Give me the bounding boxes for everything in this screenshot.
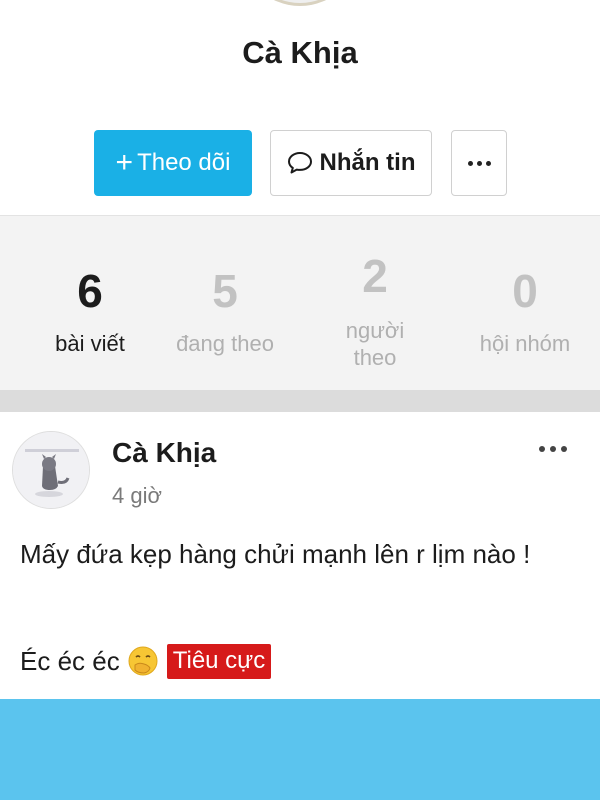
stat-following-label: đang theo bbox=[176, 331, 274, 356]
stat-posts[interactable]: 6 bài viết bbox=[15, 216, 165, 391]
post-more-icon[interactable] bbox=[539, 446, 567, 452]
follow-button[interactable]: + Theo dõi bbox=[94, 130, 252, 196]
post-author-name[interactable]: Cà Khịa bbox=[112, 437, 216, 469]
post-text: Mấy đứa kẹp hàng chửi mạnh lên r lịm nào… bbox=[20, 539, 531, 569]
stat-groups-label: hội nhóm bbox=[479, 331, 571, 356]
stat-followers-value: 2 bbox=[362, 250, 388, 302]
plus-icon: + bbox=[115, 146, 134, 179]
section-divider bbox=[0, 390, 600, 412]
post-reaction-line: Éc éc éc Tiêu cực bbox=[20, 642, 272, 680]
stat-posts-value: 6 bbox=[77, 265, 103, 317]
stat-posts-label: bài viết bbox=[55, 331, 125, 356]
more-dots-icon bbox=[467, 160, 491, 166]
post-timestamp: 4 giờ bbox=[112, 483, 162, 508]
more-options-button[interactable] bbox=[451, 130, 507, 196]
message-button[interactable]: Nhắn tin bbox=[270, 130, 432, 196]
stat-groups-value: 0 bbox=[512, 265, 538, 317]
follow-label: Theo dõi bbox=[137, 149, 231, 176]
stats-section: 6 bài viết 5 đang theo 2 người theo 0 hộ… bbox=[0, 215, 600, 390]
hand-over-mouth-emoji-icon bbox=[128, 646, 158, 676]
message-label: Nhắn tin bbox=[319, 149, 416, 176]
stat-followers-label-line2: theo bbox=[353, 345, 397, 370]
sentiment-tag-badge: Tiêu cực bbox=[166, 643, 272, 679]
stat-following-value: 5 bbox=[212, 265, 238, 317]
profile-name: Cà Khịa bbox=[242, 35, 358, 70]
speech-bubble-icon bbox=[287, 152, 312, 174]
post-author-avatar[interactable] bbox=[12, 431, 90, 509]
profile-header: Cà Khịa + Theo dõi Nhắn tin bbox=[0, 0, 600, 215]
post-card: Cà Khịa 4 giờ Mấy đứa kẹp hàng chửi mạnh… bbox=[0, 412, 600, 699]
post-line2-text: Éc éc éc bbox=[20, 645, 120, 676]
profile-avatar[interactable] bbox=[240, 0, 360, 6]
cat-cartoon-icon bbox=[13, 432, 89, 508]
stat-followers-label-line1: người bbox=[345, 318, 405, 343]
stat-followers[interactable]: 2 người theo bbox=[300, 216, 450, 391]
stat-following[interactable]: 5 đang theo bbox=[150, 216, 300, 391]
stat-groups[interactable]: 0 hội nhóm bbox=[450, 216, 600, 391]
bottom-panel bbox=[0, 699, 600, 800]
